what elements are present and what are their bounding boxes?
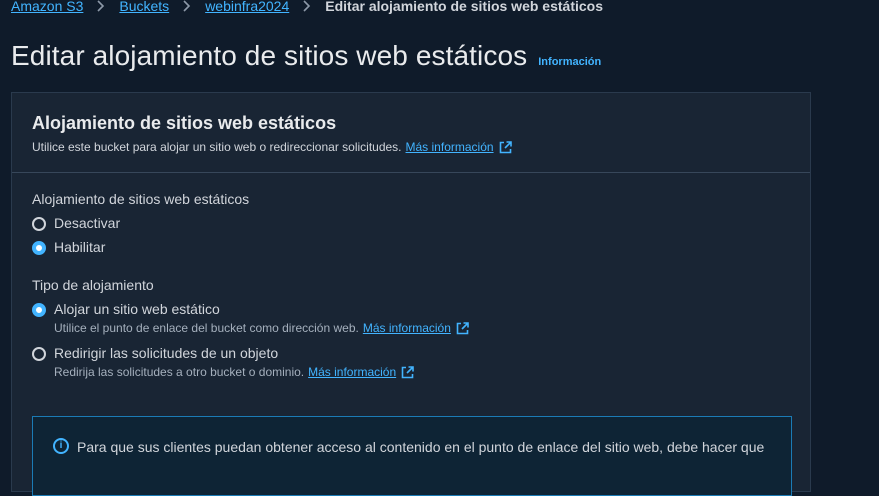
- external-link-icon[interactable]: [401, 365, 414, 379]
- radio-label: Habilitar: [54, 239, 106, 255]
- alert-text: Para que sus clientes puedan obtener acc…: [77, 439, 765, 455]
- info-link[interactable]: Información: [538, 56, 601, 68]
- radio-enable[interactable]: Habilitar: [32, 239, 790, 255]
- chevron-right-icon: [97, 0, 105, 12]
- alert-row: i Para que sus clientes puedan obtener a…: [53, 437, 771, 457]
- hosting-group-label: Alojamiento de sitios web estáticos: [32, 191, 250, 207]
- radio-label: Alojar un sitio web estático: [54, 301, 220, 317]
- more-info-link[interactable]: Más información: [406, 140, 494, 154]
- radio-label: Desactivar: [54, 215, 121, 231]
- panel-header: Alojamiento de sitios web estáticos Util…: [12, 93, 810, 173]
- radio-button-checked[interactable]: [32, 241, 46, 255]
- radio-host-static-site[interactable]: Alojar un sitio web estático Utilice el …: [32, 301, 790, 335]
- external-link-icon[interactable]: [456, 321, 469, 335]
- breadcrumb-bucket-name[interactable]: webinfra2024: [205, 0, 289, 14]
- external-link-icon[interactable]: [499, 140, 512, 154]
- radio-button-checked[interactable]: [32, 303, 46, 317]
- chevron-right-icon: [183, 0, 191, 12]
- more-info-link[interactable]: Más información: [308, 365, 396, 379]
- hosting-type-label: Tipo de alojamiento: [32, 277, 154, 293]
- radio-button[interactable]: [32, 347, 46, 361]
- static-hosting-panel: Alojamiento de sitios web estáticos Util…: [11, 92, 811, 496]
- breadcrumb-amazon-s3[interactable]: Amazon S3: [11, 0, 83, 14]
- radio-button[interactable]: [32, 217, 46, 231]
- panel-title: Alojamiento de sitios web estáticos: [32, 113, 337, 133]
- breadcrumb-current: Editar alojamiento de sitios web estátic…: [325, 0, 603, 14]
- radio-description-text: Utilice el punto de enlace del bucket co…: [54, 321, 359, 335]
- panel-body: Alojamiento de sitios web estáticos Desa…: [12, 173, 810, 407]
- radio-description-text: Redirija las solicitudes a otro bucket o…: [54, 365, 305, 379]
- panel-description: Utilice este bucket para alojar un sitio…: [32, 140, 790, 154]
- page-header: Editar alojamiento de sitios web estátic…: [11, 40, 601, 72]
- info-icon: i: [53, 438, 69, 454]
- more-info-link[interactable]: Más información: [363, 321, 451, 335]
- breadcrumb: Amazon S3 Buckets webinfra2024 Editar al…: [11, 0, 603, 16]
- radio-label: Redirigir las solicitudes de un objeto: [54, 345, 279, 361]
- breadcrumb-buckets[interactable]: Buckets: [119, 0, 169, 14]
- radio-redirect-requests[interactable]: Redirigir las solicitudes de un objeto R…: [32, 345, 790, 379]
- radio-description: Utilice el punto de enlace del bucket co…: [54, 321, 469, 335]
- radio-disable[interactable]: Desactivar: [32, 215, 790, 231]
- panel-description-text: Utilice este bucket para alojar un sitio…: [32, 140, 402, 154]
- page-title: Editar alojamiento de sitios web estátic…: [11, 40, 528, 71]
- info-alert: i Para que sus clientes puedan obtener a…: [32, 416, 792, 496]
- radio-description: Redirija las solicitudes a otro bucket o…: [54, 365, 414, 379]
- chevron-right-icon: [303, 0, 311, 12]
